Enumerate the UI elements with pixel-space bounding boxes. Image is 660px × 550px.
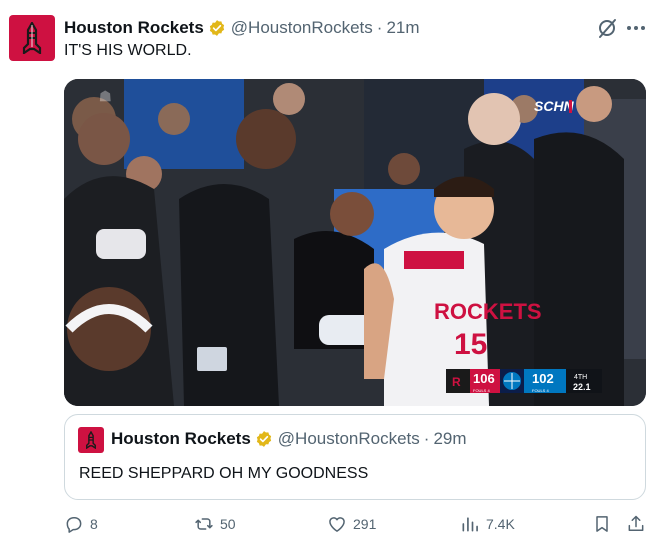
home-fouls: FOULS 4 (473, 388, 490, 393)
quoted-author-avatar[interactable] (78, 427, 104, 453)
grok-icon[interactable] (596, 17, 618, 39)
reply-count: 8 (90, 516, 98, 532)
scorebug: R 106 FOULS 4 102 FOULS 4 4TH 22.1 (446, 369, 602, 393)
like-icon (329, 517, 345, 532)
tweet-media[interactable]: ROCKETS 15 ☗ SCHN R 106 FOULS 4 102 FOUL… (64, 79, 646, 406)
tweet-time[interactable]: 21m (386, 18, 419, 38)
more-icon[interactable] (624, 16, 648, 40)
game-video-frame: ROCKETS 15 ☗ SCHN R 106 FOULS 4 102 FOUL… (64, 79, 646, 406)
share-icon (628, 515, 644, 531)
separator-dot: · (423, 429, 430, 448)
jersey-team-text: ROCKETS (434, 299, 542, 324)
repost-button[interactable]: 50 (194, 511, 236, 537)
like-button[interactable]: 291 (327, 511, 376, 537)
quoted-tweet-text: REED SHEPPARD OH MY GOODNESS (79, 465, 369, 482)
tweet-header: Houston Rockets @HoustonRockets · 21m (64, 17, 420, 39)
game-clock: 22.1 (573, 382, 591, 392)
retweet-icon (195, 518, 213, 530)
views-icon (462, 517, 478, 532)
home-score: 106 (473, 371, 495, 386)
author-avatar[interactable] (9, 15, 55, 61)
tweet-action-bar: 8 50 291 7.4K (64, 511, 650, 537)
share-button[interactable] (626, 511, 646, 537)
views-count: 7.4K (486, 516, 515, 532)
repost-count: 50 (220, 516, 236, 532)
quoted-author-name[interactable]: Houston Rockets (111, 429, 251, 449)
rockets-logo-icon (86, 431, 96, 449)
jersey-number-text: 15 (454, 328, 487, 361)
author-name[interactable]: Houston Rockets (64, 18, 204, 38)
separator-dot: · (376, 18, 383, 37)
away-fouls: FOULS 4 (532, 388, 549, 393)
bookmark-button[interactable] (592, 511, 612, 537)
quoted-tweet-time[interactable]: 29m (433, 429, 466, 449)
tweet-text: IT'S HIS WORLD. (64, 42, 192, 59)
reply-icon (66, 517, 82, 533)
author-handle[interactable]: @HoustonRockets (231, 18, 373, 38)
game-period: 4TH (574, 374, 587, 381)
svg-text:R: R (452, 375, 461, 389)
quoted-tweet-header: Houston Rockets @HoustonRockets · 29m (111, 429, 467, 449)
reply-button[interactable]: 8 (64, 511, 98, 537)
quoted-tweet[interactable]: Houston Rockets @HoustonRockets · 29m RE… (64, 414, 646, 500)
broadcast-watermark: SCHN (534, 98, 575, 114)
bookmark-icon (596, 516, 608, 532)
verified-badge-icon (209, 20, 224, 36)
away-score: 102 (532, 371, 554, 386)
rockets-logo-icon (22, 22, 42, 54)
like-count: 291 (353, 516, 377, 532)
rockets-watermark-icon: ☗ (99, 88, 112, 104)
verified-badge-icon (256, 431, 271, 447)
quoted-author-handle[interactable]: @HoustonRockets (278, 429, 420, 449)
views-button[interactable]: 7.4K (460, 511, 515, 537)
